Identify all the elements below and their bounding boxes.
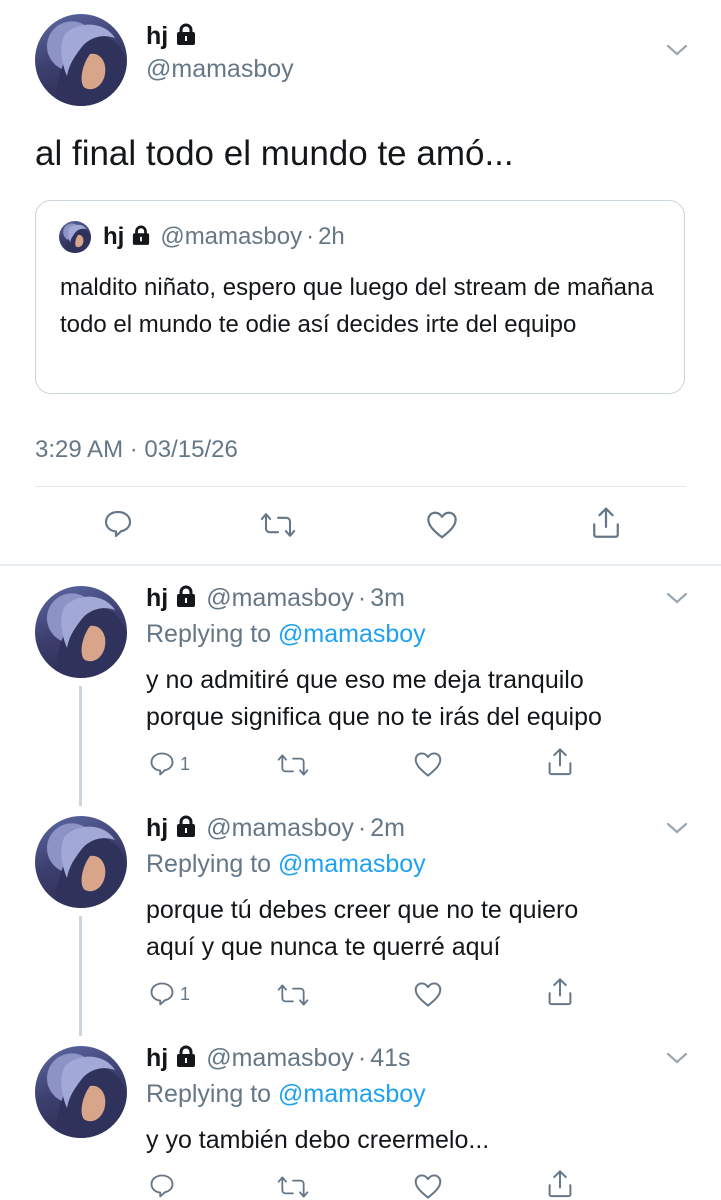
quoted-text: maldito niñato, espero que luego del str… xyxy=(60,274,654,338)
heart-icon[interactable] xyxy=(413,1173,443,1200)
divider xyxy=(0,564,721,566)
avatar[interactable] xyxy=(35,586,127,678)
retweet-icon[interactable] xyxy=(277,1174,309,1200)
reply-text-line: y yo también debo creermelo... xyxy=(146,1126,490,1154)
author-handle[interactable]: @mamasboy xyxy=(206,814,354,843)
lock-icon xyxy=(176,23,196,50)
reply-text-line: y no admitiré que eso me deja tranquilo xyxy=(146,666,584,694)
share-icon[interactable] xyxy=(546,747,574,777)
quoted-tweet-card[interactable]: hj @mamasboy · 2h maldito niñato, espero… xyxy=(35,200,685,394)
avatar[interactable] xyxy=(35,816,127,908)
author-handle[interactable]: @mamasboy xyxy=(146,55,294,84)
divider xyxy=(35,486,686,487)
reply-time: 2m xyxy=(370,814,405,842)
reply-count: 1 xyxy=(180,753,191,774)
reply-text-line: porque significa que no te irás del equi… xyxy=(146,703,602,731)
separator-dot: · xyxy=(306,223,315,250)
author-handle[interactable]: @mamasboy xyxy=(206,584,354,613)
reply-icon[interactable] xyxy=(148,980,176,1008)
reply-author-line: hj @mamasboy · 2m xyxy=(146,814,405,843)
reply-text-line: aquí y que nunca te querré aquí xyxy=(146,933,501,961)
replying-to-line: Replying to @mamasboy xyxy=(146,620,426,649)
replying-to-link[interactable]: @mamasboy xyxy=(278,620,426,648)
heart-icon[interactable] xyxy=(425,510,459,540)
chevron-down-icon[interactable] xyxy=(665,820,689,836)
author-name[interactable]: hj xyxy=(146,814,168,843)
chevron-down-icon[interactable] xyxy=(665,1050,689,1066)
reply-author-line: hj @mamasboy · 41s xyxy=(146,1044,411,1073)
reply-icon[interactable] xyxy=(102,508,134,540)
replying-to-line: Replying to @mamasboy xyxy=(146,850,426,879)
tweet-timestamp: 3:29 AM · 03/15/26 xyxy=(35,436,238,463)
chevron-down-icon[interactable] xyxy=(665,42,689,58)
heart-icon[interactable] xyxy=(413,981,443,1008)
retweet-icon[interactable] xyxy=(260,510,296,540)
heart-icon[interactable] xyxy=(413,751,443,778)
replying-to-link[interactable]: @mamasboy xyxy=(278,850,426,878)
reply-time: 3m xyxy=(370,584,405,612)
avatar[interactable] xyxy=(35,1046,127,1138)
reply-action[interactable] xyxy=(148,1172,176,1200)
lock-icon xyxy=(176,585,196,612)
separator-dot: · xyxy=(357,814,367,842)
lock-icon xyxy=(132,225,150,250)
author-line: hj xyxy=(146,22,196,51)
reply-text-line: porque tú debes creer que no te quiero xyxy=(146,896,579,924)
avatar[interactable] xyxy=(35,14,127,106)
share-icon[interactable] xyxy=(590,506,622,540)
replying-to-label: Replying to xyxy=(146,850,272,878)
replying-to-label: Replying to xyxy=(146,620,272,648)
reply-action[interactable]: 1 xyxy=(148,980,190,1008)
author-name[interactable]: hj xyxy=(146,584,168,613)
reply-icon[interactable] xyxy=(148,750,176,778)
quoted-author-line: hj @mamasboy · 2h xyxy=(59,221,345,253)
quoted-time: 2h xyxy=(318,223,345,250)
share-icon[interactable] xyxy=(546,1169,574,1199)
author-name[interactable]: hj xyxy=(146,22,168,51)
replying-to-link[interactable]: @mamasboy xyxy=(278,1080,426,1108)
reply-count: 1 xyxy=(180,983,191,1004)
lock-icon xyxy=(176,815,196,842)
lock-icon xyxy=(176,1045,196,1072)
share-icon[interactable] xyxy=(546,977,574,1007)
quoted-avatar xyxy=(59,221,91,253)
thread-line xyxy=(79,686,82,806)
author-name[interactable]: hj xyxy=(146,1044,168,1073)
separator-dot: · xyxy=(357,1044,367,1072)
retweet-icon[interactable] xyxy=(277,982,309,1008)
thread-line xyxy=(79,916,82,1036)
reply-action[interactable]: 1 xyxy=(148,750,190,778)
retweet-icon[interactable] xyxy=(277,752,309,778)
separator-dot: · xyxy=(357,584,367,612)
reply-author-line: hj @mamasboy · 3m xyxy=(146,584,405,613)
replying-to-label: Replying to xyxy=(146,1080,272,1108)
tweet-text: al final todo el mundo te amó... xyxy=(35,134,514,173)
author-handle[interactable]: @mamasboy xyxy=(206,1044,354,1073)
quoted-author-handle: @mamasboy xyxy=(160,223,303,250)
reply-icon[interactable] xyxy=(148,1172,176,1200)
chevron-down-icon[interactable] xyxy=(665,590,689,606)
quoted-author-name: hj xyxy=(103,223,125,250)
reply-time: 41s xyxy=(370,1044,411,1072)
replying-to-line: Replying to @mamasboy xyxy=(146,1080,426,1109)
